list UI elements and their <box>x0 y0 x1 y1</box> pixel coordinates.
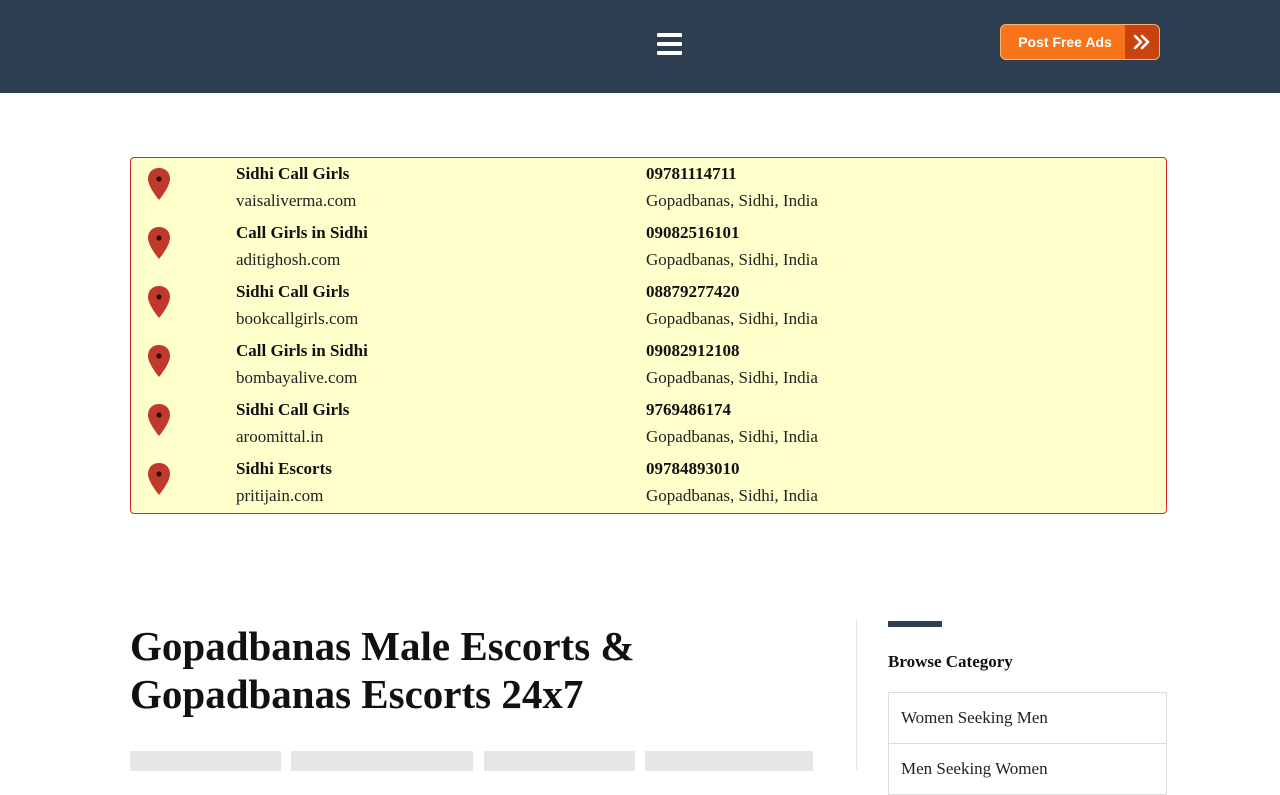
listing-location: Gopadbanas, Sidhi, India <box>646 427 818 446</box>
post-free-ads-label: Post Free Ads <box>1018 34 1112 50</box>
listing-site[interactable]: aditighosh.com <box>236 250 340 270</box>
map-pin-icon <box>148 463 170 495</box>
category-men-seeking-women[interactable]: Men Seeking Women <box>888 743 1167 795</box>
column-divider <box>856 620 857 770</box>
listing-phone[interactable]: 09781114711 <box>646 164 737 184</box>
listing-site[interactable]: pritijain.com <box>236 486 323 506</box>
list-item[interactable]: Call Girls in Sidhi aditighosh.com 09082… <box>131 217 1166 275</box>
listing-phone[interactable]: 08879277420 <box>646 282 740 302</box>
listing-name[interactable]: Call Girls in Sidhi <box>236 341 368 361</box>
list-item[interactable]: Sidhi Escorts pritijain.com 09784893010 … <box>131 453 1166 511</box>
listing-phone[interactable]: 9769486174 <box>646 400 731 420</box>
listing-phone[interactable]: 09082912108 <box>646 341 740 361</box>
list-item[interactable]: Sidhi Call Girls aroomittal.in 976948617… <box>131 394 1166 452</box>
category-women-seeking-men[interactable]: Women Seeking Men <box>888 692 1167 744</box>
listing-location: Gopadbanas, Sidhi, India <box>646 250 818 269</box>
site-header: Post Free Ads <box>0 0 1280 93</box>
listing-name[interactable]: Sidhi Call Girls <box>236 282 349 302</box>
listing-location: Gopadbanas, Sidhi, India <box>646 309 818 328</box>
list-item[interactable]: Sidhi Call Girls vaisaliverma.com 097811… <box>131 158 1166 216</box>
page-title-line2: Gopadbanas Escorts 24x7 <box>130 671 584 717</box>
thumbnail[interactable] <box>484 751 635 771</box>
double-chevron-right-icon <box>1125 25 1159 59</box>
listing-site[interactable]: bombayalive.com <box>236 368 357 388</box>
listing-phone[interactable]: 09082516101 <box>646 223 740 243</box>
sidebar-accent-bar <box>888 621 942 627</box>
map-pin-icon <box>148 227 170 259</box>
listing-name[interactable]: Sidhi Call Girls <box>236 164 349 184</box>
post-free-ads-button[interactable]: Post Free Ads <box>1000 24 1160 60</box>
thumbnail[interactable] <box>645 751 813 771</box>
listing-name[interactable]: Call Girls in Sidhi <box>236 223 368 243</box>
page-title: Gopadbanas Male Escorts & Gopadbanas Esc… <box>130 622 730 718</box>
list-item[interactable]: Call Girls in Sidhi bombayalive.com 0908… <box>131 335 1166 393</box>
thumbnail[interactable] <box>130 751 281 771</box>
hamburger-menu-icon[interactable] <box>657 33 682 56</box>
listing-name[interactable]: Sidhi Call Girls <box>236 400 349 420</box>
listing-box: Sidhi Call Girls vaisaliverma.com 097811… <box>130 157 1167 514</box>
page-title-line1: Gopadbanas Male Escorts & <box>130 623 635 669</box>
map-pin-icon <box>148 286 170 318</box>
listing-location: Gopadbanas, Sidhi, India <box>646 191 818 210</box>
listing-site[interactable]: aroomittal.in <box>236 427 323 447</box>
map-pin-icon <box>148 404 170 436</box>
list-item[interactable]: Sidhi Call Girls bookcallgirls.com 08879… <box>131 276 1166 334</box>
listing-location: Gopadbanas, Sidhi, India <box>646 368 818 387</box>
listing-site[interactable]: vaisaliverma.com <box>236 191 356 211</box>
listing-name[interactable]: Sidhi Escorts <box>236 459 332 479</box>
sidebar-heading: Browse Category <box>888 652 1013 671</box>
map-pin-icon <box>148 345 170 377</box>
map-pin-icon <box>148 168 170 200</box>
listing-site[interactable]: bookcallgirls.com <box>236 309 358 329</box>
thumbnail[interactable] <box>291 751 473 771</box>
listing-phone[interactable]: 09784893010 <box>646 459 740 479</box>
listing-location: Gopadbanas, Sidhi, India <box>646 486 818 505</box>
